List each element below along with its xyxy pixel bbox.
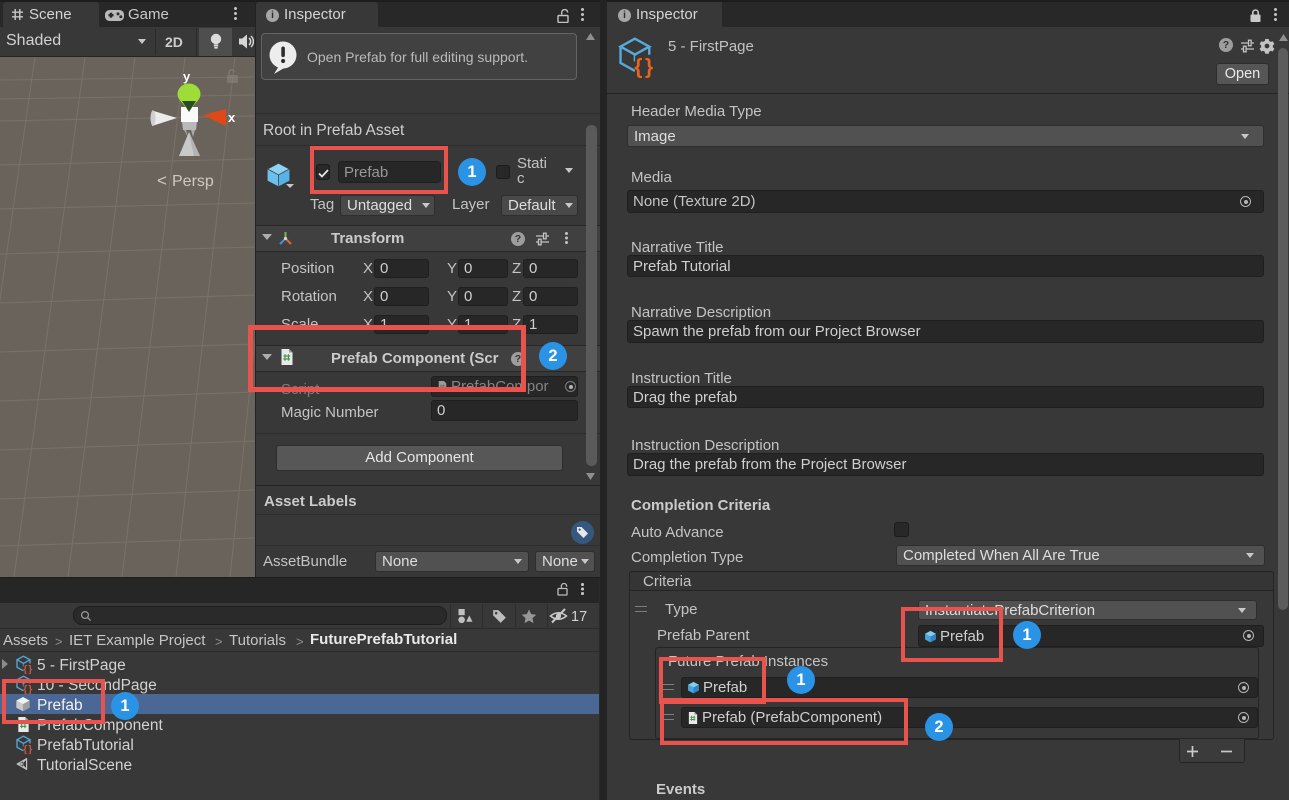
svg-text:y: y [183,69,191,84]
svg-text:<: < [157,171,167,190]
svg-text:Persp: Persp [172,173,214,190]
svg-text:{}: {} [23,744,33,755]
svg-text:{}: {} [23,664,33,675]
svg-text:x: x [228,110,236,125]
svg-text:{}: {} [634,56,656,78]
